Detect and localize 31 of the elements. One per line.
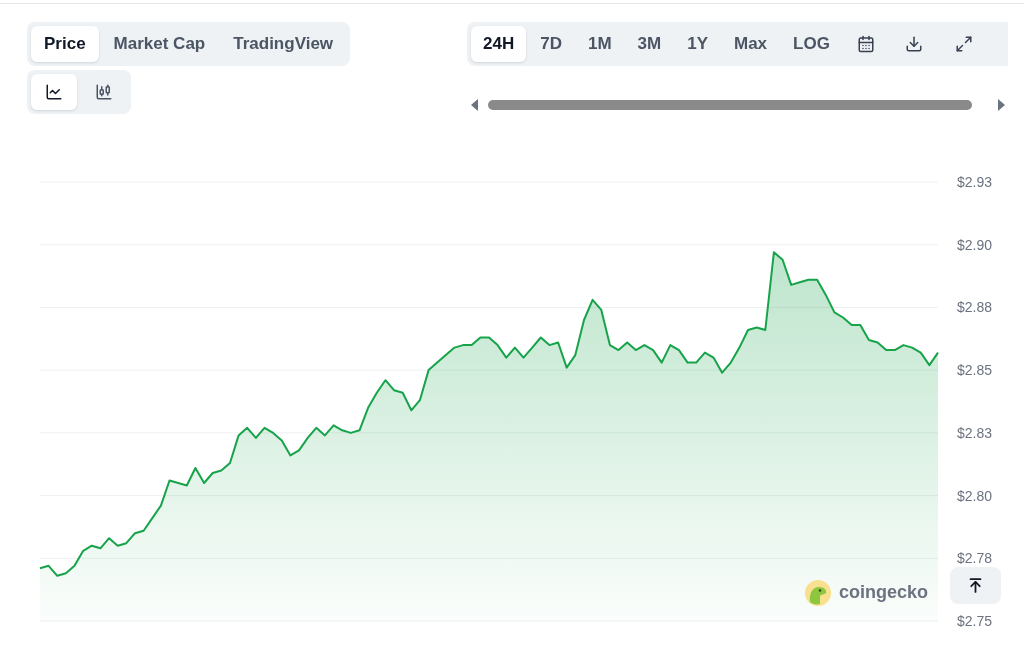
tab[interactable]: TradingView (220, 26, 347, 62)
line-chart-icon (45, 83, 63, 101)
axis-label: $2.93 (957, 174, 993, 190)
expand-icon (954, 35, 973, 53)
range-button[interactable]: 24H (471, 26, 527, 62)
range-button[interactable]: 1Y (675, 26, 720, 62)
range-button[interactable]: 3M (625, 26, 674, 62)
axis-label: $2.78 (957, 550, 993, 567)
scroll-to-top-button[interactable] (950, 567, 1001, 604)
tab[interactable]: Price (31, 26, 99, 62)
range-button[interactable]: LOG (781, 26, 842, 62)
axis-label: $2.75 (957, 613, 993, 629)
range-button[interactable]: Max (721, 26, 780, 62)
scrollbar-thumb[interactable] (488, 100, 972, 110)
arrow-to-top-icon (967, 577, 984, 594)
candlestick-icon (95, 83, 113, 101)
scroll-right-icon[interactable] (998, 99, 1006, 111)
axis-label: $2.88 (957, 299, 993, 316)
chart-type-button[interactable] (31, 74, 77, 110)
range-button[interactable]: 1M (575, 26, 624, 62)
range-button[interactable]: 7D (528, 26, 574, 62)
calendar-icon (856, 35, 875, 53)
gecko-logo-icon (805, 579, 831, 606)
axis-label: $2.85 (957, 362, 993, 379)
axis-label: $2.80 (957, 487, 993, 504)
logo-text: coingecko (839, 581, 929, 604)
axis-label: $2.90 (957, 236, 993, 253)
axis-label: $2.83 (957, 424, 993, 441)
tab[interactable]: Market Cap (100, 26, 219, 62)
download-icon (904, 35, 923, 53)
scroll-left-icon[interactable] (471, 99, 479, 111)
